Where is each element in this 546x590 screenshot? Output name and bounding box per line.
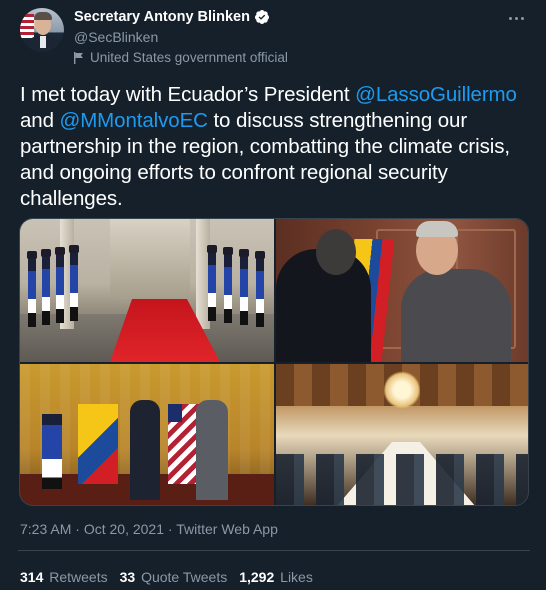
avatar-shirt: [40, 36, 46, 48]
name-row: Secretary Antony Blinken: [74, 9, 270, 25]
retweets-stat[interactable]: 314 Retweets: [20, 569, 108, 585]
mention-lassoguillermo[interactable]: @LassoGuillermo: [355, 83, 517, 106]
display-name[interactable]: Secretary Antony Blinken: [74, 9, 250, 25]
tweet-header: Secretary Antony Blinken @SecBlinken Uni…: [16, 6, 530, 66]
more-options-icon[interactable]: [506, 12, 526, 24]
gov-label-text: United States government official: [90, 50, 288, 65]
photo-flags-meeting[interactable]: [20, 364, 274, 505]
tweet-date[interactable]: Oct 20, 2021: [84, 521, 164, 537]
meta-separator: ·: [164, 521, 177, 537]
photo-handshake[interactable]: [276, 219, 528, 362]
avatar-hair: [34, 12, 52, 20]
tweet-source[interactable]: Twitter Web App: [176, 521, 278, 537]
retweets-label: Retweets: [49, 569, 108, 585]
avatar-flag: [20, 14, 34, 38]
tweet-card: Secretary Antony Blinken @SecBlinken Uni…: [0, 0, 546, 590]
retweets-count: 314: [20, 569, 44, 585]
tweet-text-part1: I met today with Ecuador’s President: [20, 83, 356, 106]
likes-label: Likes: [280, 569, 313, 585]
gov-label: United States government official: [74, 50, 288, 65]
media-grid: [19, 218, 529, 506]
handle[interactable]: @SecBlinken: [74, 29, 158, 45]
flag-icon: [74, 51, 83, 64]
verified-badge-icon: [254, 10, 269, 24]
quotes-label: Quote Tweets: [141, 569, 228, 585]
quote-tweets-stat[interactable]: 33 Quote Tweets: [120, 569, 228, 585]
tweet-stats: 314 Retweets 33 Quote Tweets 1,292 Likes: [20, 569, 313, 585]
avatar[interactable]: [20, 8, 64, 52]
likes-count: 1,292: [239, 569, 275, 585]
tweet-time[interactable]: 7:23 AM: [20, 521, 71, 537]
meta-separator: ·: [71, 521, 84, 537]
tweet-text: I met today with Ecuador’s President @La…: [20, 82, 532, 212]
tweet-text-part2: and: [20, 109, 60, 132]
mention-mmontalvoec[interactable]: @MMontalvoEC: [60, 109, 208, 132]
photo-banquet[interactable]: [276, 364, 528, 505]
divider: [18, 550, 530, 551]
quotes-count: 33: [119, 569, 136, 585]
likes-stat[interactable]: 1,292 Likes: [239, 569, 313, 585]
tweet-meta: 7:23 AM · Oct 20, 2021 · Twitter Web App: [20, 521, 278, 537]
photo-palace-hall[interactable]: [20, 219, 274, 362]
